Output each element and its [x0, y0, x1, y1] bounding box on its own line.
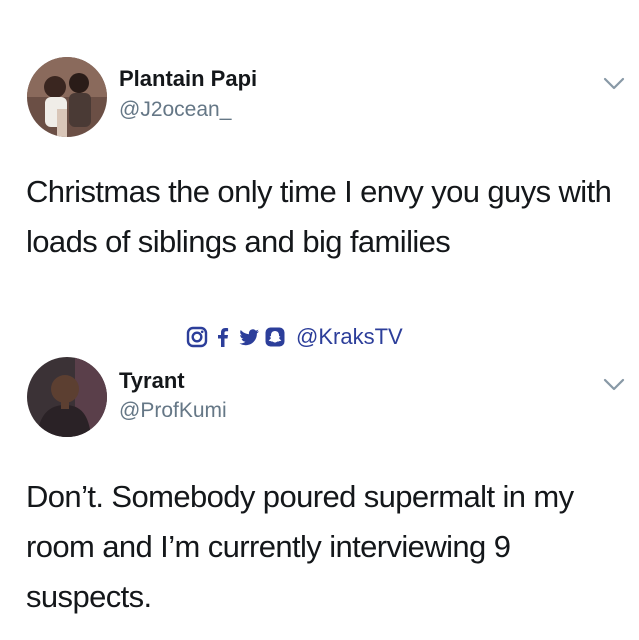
avatar-photo	[27, 357, 107, 437]
social-watermark: @KraksTV	[186, 320, 403, 354]
author-handle[interactable]: @J2ocean_	[119, 98, 231, 122]
tweet-text: Don’t. Somebody poured supermalt in my r…	[26, 479, 574, 614]
tweet-text: Christmas the only time I envy you guys …	[26, 174, 612, 259]
snapchat-icon	[264, 326, 286, 348]
watermark-handle: @KraksTV	[296, 324, 403, 349]
author-handle[interactable]: @ProfKumi	[119, 399, 227, 423]
author-name[interactable]: Tyrant	[119, 368, 185, 394]
author-avatar[interactable]	[27, 357, 107, 437]
tweet: Tyrant @ProfKumi Don’t. Somebody poured …	[0, 320, 639, 640]
chevron-down-icon[interactable]	[603, 377, 625, 393]
chevron-down-icon[interactable]	[603, 76, 625, 92]
avatar-photo	[27, 57, 107, 137]
author-avatar[interactable]	[27, 57, 107, 137]
twitter-icon	[238, 326, 260, 348]
instagram-icon	[186, 326, 208, 348]
author-name[interactable]: Plantain Papi	[119, 66, 257, 92]
tweet: Plantain Papi @J2ocean_ Christmas the on…	[0, 0, 639, 320]
facebook-icon	[212, 326, 234, 348]
